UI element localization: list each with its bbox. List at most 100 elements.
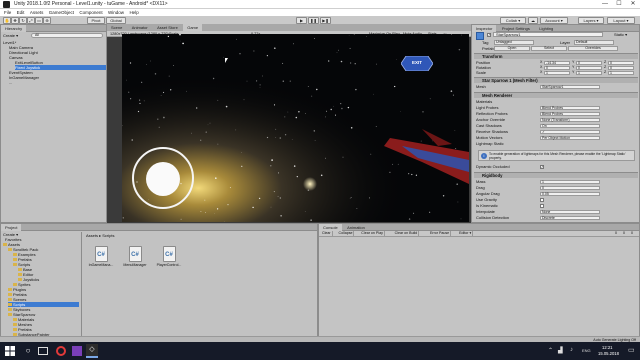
close-button[interactable]: ✕	[626, 0, 640, 9]
joystick-handle[interactable]	[146, 162, 180, 196]
console-button[interactable]: Clear	[321, 231, 333, 236]
clock-time[interactable]: 12:21	[602, 345, 612, 350]
opera-icon[interactable]	[56, 346, 66, 356]
menu-edit[interactable]: Edit	[17, 9, 25, 16]
pause-button[interactable]: ❚❚	[308, 17, 319, 24]
menu-file[interactable]: File	[4, 9, 11, 16]
transform-x-field[interactable]: 1	[544, 70, 570, 75]
rigidbody-row-value[interactable]: 0.05	[540, 191, 600, 196]
transform-x-field[interactable]: 0	[544, 65, 570, 70]
account-dropdown[interactable]: Account ▾	[540, 17, 568, 24]
tab-game[interactable]: Game	[183, 24, 203, 31]
script-asset[interactable]: C# PlayerControl...	[155, 246, 183, 267]
active-checkbox[interactable]: ✓	[487, 33, 491, 37]
rigidbody-row-value[interactable]: 1	[540, 179, 600, 184]
minimize-button[interactable]: —	[598, 0, 612, 9]
rigidbody-row-checkbox[interactable]	[540, 197, 544, 202]
prefab-open-button[interactable]: Open	[494, 46, 530, 51]
tab-animation[interactable]: Animation	[343, 224, 369, 231]
tab-project-settings[interactable]: Project Settings	[498, 25, 534, 32]
layers-dropdown[interactable]: Layers ▾	[578, 17, 604, 24]
rigidbody-header[interactable]: Rigidbody	[474, 172, 638, 178]
menu-gameobject[interactable]: GameObject	[49, 9, 74, 16]
console-button[interactable]: Clear on Play	[360, 231, 385, 236]
tab-console[interactable]: Console	[319, 224, 342, 231]
prefab-overrides-button[interactable]: Overrides	[568, 46, 618, 51]
mesh-renderer-row-value[interactable]: Per Object Motion	[540, 135, 600, 140]
rigidbody-row-value[interactable]: Discrete	[540, 215, 600, 220]
transform-z-field[interactable]: 0	[608, 65, 634, 70]
layer-dropdown[interactable]: Default	[574, 40, 614, 45]
transform-y-field[interactable]: 1	[576, 70, 602, 75]
mesh-field[interactable]: StarSparrow1	[540, 84, 600, 89]
menu-assets[interactable]: Assets	[30, 9, 44, 16]
visual-studio-icon[interactable]	[72, 346, 82, 356]
menu-help[interactable]: Help	[129, 9, 138, 16]
mesh-renderer-row-value[interactable]: Blend Probes	[540, 111, 600, 116]
unity-taskbar-icon[interactable]: ◇	[86, 344, 98, 358]
prefab-select-button[interactable]: Select	[531, 46, 567, 51]
object-name-field[interactable]: StarSparrow1	[493, 32, 603, 37]
mesh-renderer-header[interactable]: Mesh Renderer	[474, 92, 638, 98]
transform-z-field[interactable]: 1	[608, 70, 634, 75]
mesh-renderer-row-value[interactable]: None (Transform)	[540, 117, 600, 122]
mesh-renderer-row-value[interactable]: On	[540, 123, 600, 128]
step-button[interactable]: ▶❚	[320, 17, 331, 24]
collab-dropdown[interactable]: Collab ▾	[500, 17, 526, 24]
project-breadcrumb[interactable]: Assets ▸ Scripts	[86, 233, 114, 238]
tray-chevron-icon[interactable]: ⌃	[548, 347, 553, 354]
volume-icon[interactable]: ♪	[570, 347, 573, 353]
console-button[interactable]: Error Pause	[429, 231, 452, 236]
scale-tool-button[interactable]: ⤢	[27, 17, 35, 24]
hand-tool-button[interactable]: ✋	[3, 17, 11, 24]
tab-asset-store[interactable]: Asset Store	[153, 24, 182, 31]
play-button[interactable]: ▶	[296, 17, 307, 24]
tab-inspector[interactable]: Inspector	[472, 25, 497, 32]
windows-start-icon[interactable]	[4, 345, 16, 357]
notifications-icon[interactable]: ▭	[628, 346, 635, 354]
search-icon[interactable]: ○	[22, 345, 34, 357]
console-info-count[interactable]: 0	[615, 231, 617, 236]
network-icon[interactable]: ▟	[558, 347, 563, 354]
clock-date[interactable]: 15.05.2018	[598, 351, 619, 356]
rect-tool-button[interactable]: ▭	[35, 17, 43, 24]
layout-dropdown[interactable]: Layout ▾	[607, 17, 635, 24]
dynamic-occluded-checkbox[interactable]: ✓	[540, 164, 544, 169]
console-error-count[interactable]: 0	[631, 231, 633, 236]
transform-header[interactable]: Transform	[474, 53, 638, 59]
rotate-tool-button[interactable]: ↻	[19, 17, 27, 24]
maximize-button[interactable]: ☐	[612, 0, 626, 9]
script-asset[interactable]: C# MenuManager	[121, 246, 149, 267]
tag-dropdown[interactable]: Untagged	[494, 40, 534, 45]
console-button[interactable]: Collapse	[338, 231, 355, 236]
transform-tool-button[interactable]: ⊕	[43, 17, 51, 24]
script-asset[interactable]: C# InGameMana...	[87, 246, 115, 267]
mesh-filter-header[interactable]: Star Sparrow 1 (Mesh Filter)	[474, 77, 638, 83]
global-toggle[interactable]: Global	[106, 17, 126, 24]
transform-x-field[interactable]: -14.34	[544, 60, 570, 65]
transform-y-field[interactable]: 0	[576, 65, 602, 70]
console-warning-count[interactable]: 0	[623, 231, 625, 236]
hierarchy-create-button[interactable]: Create ▾	[3, 33, 18, 38]
language-indicator[interactable]: ENG	[582, 348, 591, 353]
cloud-icon[interactable]: ☁	[528, 17, 538, 24]
move-tool-button[interactable]: ✥	[11, 17, 19, 24]
static-dropdown[interactable]: Static ▾	[614, 32, 627, 37]
tab-hierarchy[interactable]: Hierarchy	[1, 25, 27, 32]
console-button[interactable]: Clear on Build	[394, 231, 420, 236]
transform-z-field[interactable]: 0	[608, 60, 634, 65]
exit-button[interactable]: EXIT	[400, 55, 434, 72]
rigidbody-row-value[interactable]: None	[540, 209, 600, 214]
tab-animator[interactable]: Animator	[128, 24, 152, 31]
rigidbody-row-value[interactable]: 0	[540, 185, 600, 190]
hierarchy-item[interactable]: ...	[9, 80, 106, 85]
menu-window[interactable]: Window	[108, 9, 124, 16]
tab-lighting[interactable]: Lighting	[535, 25, 557, 32]
task-view-icon[interactable]	[38, 347, 48, 355]
hierarchy-search-input[interactable]: All	[31, 33, 103, 38]
mesh-renderer-row-value[interactable]: Blend Probes	[540, 105, 600, 110]
transform-y-field[interactable]: 0	[576, 60, 602, 65]
rigidbody-row-checkbox[interactable]	[540, 203, 544, 208]
console-button[interactable]: Editor ▾	[458, 231, 474, 236]
tab-scene[interactable]: Scene	[107, 24, 126, 31]
